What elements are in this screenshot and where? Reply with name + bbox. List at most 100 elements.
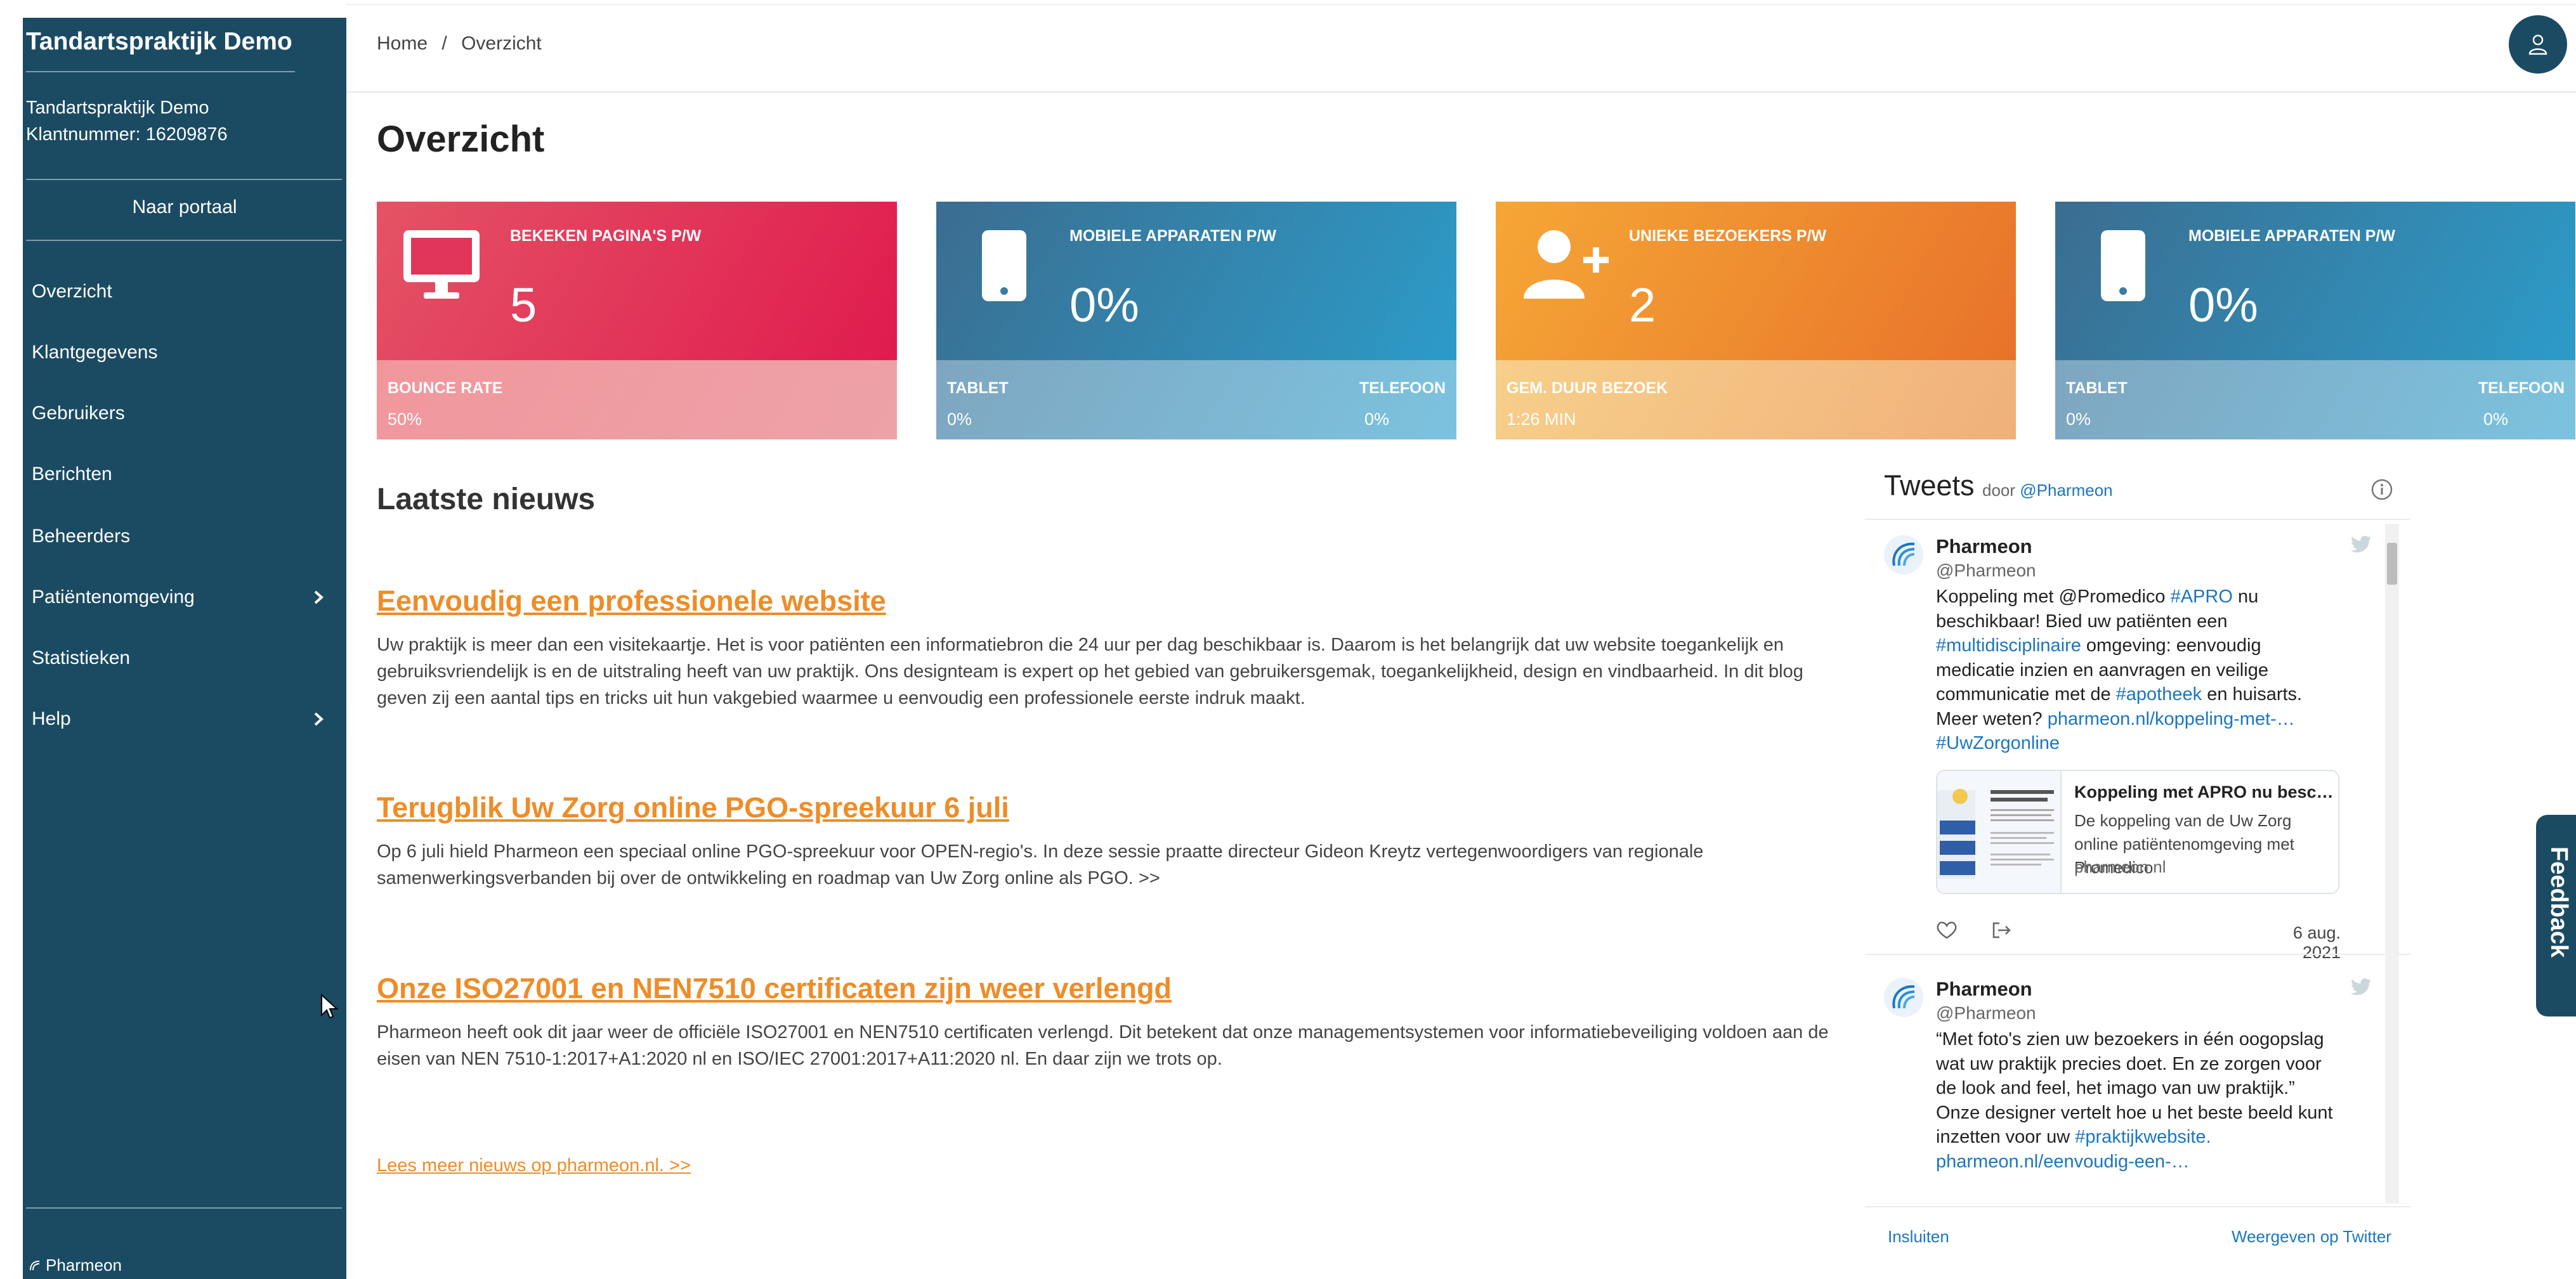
news-article-title[interactable]: Eenvoudig een professionele website xyxy=(377,585,886,618)
hashtag-link[interactable]: #UwZorgonline xyxy=(1936,733,2060,753)
divider xyxy=(26,240,342,241)
more-news-link[interactable]: Lees meer nieuws op pharmeon.nl. >> xyxy=(377,1155,691,1176)
feedback-button[interactable]: Feedback xyxy=(2536,815,2576,1016)
card-label: BEKEKEN PAGINA'S P/W xyxy=(510,227,702,245)
tweets-by-prefix: door xyxy=(1982,481,2016,500)
tweet-text: Koppeling met @Promedico #APRO nu beschi… xyxy=(1936,585,2342,756)
card-bottom: GEM. DUUR BEZOEK 1:26 MIN xyxy=(1496,360,2016,439)
top-border xyxy=(346,0,2576,5)
stat-card-mobile-devices: MOBIELE APPARATEN P/W 0% TABLET 0% TELEF… xyxy=(936,202,1456,439)
breadcrumb-home[interactable]: Home xyxy=(377,33,428,54)
divider xyxy=(26,71,295,72)
breadcrumb-current: Overzicht xyxy=(461,33,542,54)
user-plus-icon xyxy=(1524,230,1609,299)
chevron-right-icon xyxy=(314,712,324,726)
window-edge xyxy=(0,0,23,1279)
sidebar-item-klantgegevens[interactable]: Klantgegevens xyxy=(32,334,331,372)
tweet-text-segment: Koppeling met @Promedico xyxy=(1936,587,2171,607)
news-article-title[interactable]: Terugblik Uw Zorg online PGO-spreekuur 6… xyxy=(377,791,1009,824)
sidebar-item-patientenomgeving[interactable]: Patiëntenomgeving xyxy=(32,578,331,616)
url-link[interactable]: pharmeon.nl/koppeling-met-… xyxy=(2048,709,2295,729)
footer-brand: Pharmeon xyxy=(46,1256,122,1275)
scrollbar-track[interactable] xyxy=(2385,524,2399,1204)
card-label: MOBIELE APPARATEN P/W xyxy=(1069,227,1276,245)
view-on-twitter-link[interactable]: Weergeven op Twitter xyxy=(2232,1227,2391,1247)
card-sub-value: 0% xyxy=(947,410,972,429)
sidebar-item-overzicht[interactable]: Overzicht xyxy=(32,273,331,311)
tweet-author-name[interactable]: Pharmeon xyxy=(1936,978,2032,1001)
avatar[interactable] xyxy=(1884,535,1923,575)
mouse-cursor-icon xyxy=(321,994,339,1019)
news-article-body: Pharmeon heeft ook dit jaar weer de offi… xyxy=(377,1022,1829,1069)
share-icon[interactable] xyxy=(1991,921,2012,940)
tweet-author-handle[interactable]: @Pharmeon xyxy=(1936,1003,2036,1023)
sidebar-item-berichten[interactable]: Berichten xyxy=(32,455,331,493)
pharmeon-logo-icon xyxy=(1892,985,1915,1009)
card-sub-value: 1:26 MIN xyxy=(1507,410,1576,429)
sidebar-item-label: Klantgegevens xyxy=(32,342,158,363)
portal-link[interactable]: Naar portaal xyxy=(23,197,346,218)
tweet-author-name[interactable]: Pharmeon xyxy=(1936,535,2032,558)
card-value: 5 xyxy=(510,278,537,332)
card-sub-label: GEM. DUUR BEZOEK xyxy=(1507,379,1668,397)
sidebar-item-help[interactable]: Help xyxy=(32,700,331,738)
feedback-label: Feedback xyxy=(2546,847,2572,958)
scrollbar-thumb[interactable] xyxy=(2387,543,2397,585)
card-value: 0% xyxy=(1069,278,1139,332)
url-link[interactable]: pharmeon.nl/eenvoudig-een-… xyxy=(1936,1152,2190,1172)
heart-icon[interactable] xyxy=(1936,921,1958,940)
news-heading: Laatste nieuws xyxy=(377,483,596,516)
page-title: Overzicht xyxy=(377,119,545,160)
divider xyxy=(26,1207,342,1209)
sidebar-item-label: Help xyxy=(32,708,71,729)
hashtag-link[interactable]: #apotheek xyxy=(2116,684,2202,704)
tweet-author-handle[interactable]: @Pharmeon xyxy=(1936,561,2036,581)
embed-link[interactable]: Insluiten xyxy=(1888,1227,1949,1247)
tweets-title: Tweets xyxy=(1884,469,1975,502)
sidebar-brand[interactable]: Tandartspraktijk Demo xyxy=(26,28,292,56)
sidebar-item-label: Overzicht xyxy=(32,281,112,302)
card-sub-label: TABLET xyxy=(2066,379,2128,397)
divider xyxy=(26,179,342,180)
card-sub-value: 0% xyxy=(2066,410,2091,429)
card-sub-label: TABLET xyxy=(947,379,1009,397)
sidebar-item-label: Beheerders xyxy=(32,526,131,547)
stat-card-mobile-devices: MOBIELE APPARATEN P/W 0% TABLET 0% TELEF… xyxy=(2055,202,2575,439)
pharmeon-logo-icon xyxy=(30,1260,40,1270)
card-sub-label-right: TELEFOON xyxy=(1359,379,1446,397)
sidebar-item-label: Patiëntenomgeving xyxy=(32,587,195,607)
card-value: 2 xyxy=(1629,278,1656,332)
news-article-body: Op 6 juli hield Pharmeon een speciaal on… xyxy=(377,841,1704,888)
card-top: BEKEKEN PAGINA'S P/W 5 xyxy=(377,202,897,360)
link-preview-thumbnail xyxy=(1937,771,2062,893)
card-sub-value-right: 0% xyxy=(2483,410,2509,429)
monitor-icon xyxy=(403,230,480,299)
avatar[interactable] xyxy=(1884,978,1923,1017)
link-preview-card[interactable]: Koppeling met APRO nu beschikbaar De kop… xyxy=(1936,770,2339,894)
sidebar-item-gebruikers[interactable]: Gebruikers xyxy=(32,394,331,432)
twitter-timeline: Tweets door @Pharmeon Pharmeon @Pharmeon… xyxy=(1865,463,2410,1268)
header: Home / Overzicht xyxy=(346,5,2576,93)
tweets-by-handle[interactable]: @Pharmeon xyxy=(2020,481,2112,500)
info-icon[interactable] xyxy=(2370,478,2393,501)
hashtag-link[interactable]: #multidisciplinaire xyxy=(1936,635,2081,656)
card-top: UNIEKE BEZOEKERS P/W 2 xyxy=(1496,202,2016,360)
link-preview-site: pharmeon.nl xyxy=(2074,857,2166,876)
user-menu-button[interactable] xyxy=(2509,15,2567,74)
tweets-by: door @Pharmeon xyxy=(1982,481,2113,500)
pharmeon-logo-icon xyxy=(1892,542,1915,566)
sidebar: Tandartspraktijk Demo Tandartspraktijk D… xyxy=(23,18,346,1279)
card-value: 0% xyxy=(2188,278,2258,332)
phone-icon xyxy=(2101,230,2145,301)
divider xyxy=(1865,519,2410,520)
hashtag-link[interactable]: #praktijkwebsite xyxy=(2075,1127,2206,1147)
sidebar-footer: Pharmeon xyxy=(28,1256,122,1275)
divider xyxy=(1865,1206,2410,1207)
news-article-body: Uw praktijk is meer dan een visitekaartj… xyxy=(377,635,1803,708)
news-article-title[interactable]: Onze ISO27001 en NEN7510 certificaten zi… xyxy=(377,972,1172,1005)
twitter-bird-icon xyxy=(2351,536,2371,553)
sidebar-item-beheerders[interactable]: Beheerders xyxy=(32,517,331,555)
hashtag-link[interactable]: #APRO xyxy=(2171,587,2233,607)
tweet-date[interactable]: 6 aug. 2021 xyxy=(2277,923,2341,963)
sidebar-item-statistieken[interactable]: Statistieken xyxy=(32,639,331,677)
